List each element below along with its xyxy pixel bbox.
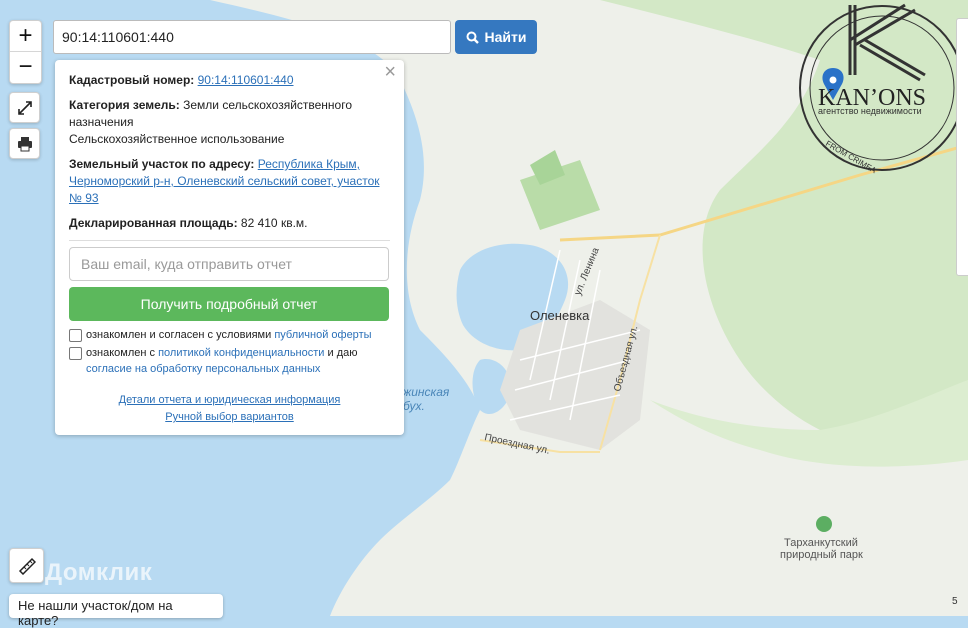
town-label: Оленевка <box>530 308 590 323</box>
ruler-button[interactable] <box>9 548 44 583</box>
zoom-control: + − <box>9 20 42 84</box>
print-button[interactable] <box>9 128 40 159</box>
printer-icon <box>17 136 32 151</box>
get-report-button[interactable]: Получить подробный отчет <box>69 287 389 321</box>
park-icon <box>816 516 832 532</box>
area-value: 82 410 кв.м. <box>240 216 308 230</box>
close-icon[interactable]: × <box>384 62 396 82</box>
privacy-consent: ознакомлен с политикой конфиденциальност… <box>69 345 390 377</box>
area-label: Декларированная площадь: <box>69 216 238 230</box>
panel-footer-links: Детали отчета и юридическая информация Р… <box>55 392 404 426</box>
expand-icon <box>17 100 32 115</box>
zoom-in-button[interactable]: + <box>10 21 41 51</box>
details-link[interactable]: Детали отчета и юридическая информация <box>55 392 404 409</box>
email-input[interactable]: Ваш email, куда отправить отчет <box>69 247 389 281</box>
cadastral-number-row: Кадастровый номер: 90:14:110601:440 <box>69 72 390 89</box>
parcel-info-panel: × Кадастровый номер: 90:14:110601:440 Ка… <box>55 60 404 435</box>
zoom-out-button[interactable]: − <box>10 51 41 82</box>
logo-tagline: агентство недвижимости <box>818 106 922 116</box>
privacy-consent-text-2: и даю <box>327 347 358 359</box>
ruler-icon <box>18 557 36 575</box>
privacy-checkbox[interactable] <box>69 347 82 360</box>
offer-consent: ознакомлен и согласен с условиями публич… <box>69 327 390 343</box>
land-category-row: Категория земель: Земли сельскохозяйстве… <box>69 97 390 148</box>
search-icon <box>466 31 479 44</box>
personal-data-link[interactable]: согласие на обработку персональных данны… <box>86 363 320 375</box>
find-button-label: Найти <box>484 29 527 45</box>
park-label: Тарханкутский <box>784 537 858 549</box>
bay-label-2: бух. <box>403 399 425 413</box>
not-found-button[interactable]: Не нашли участок/дом на карте? <box>9 594 223 628</box>
find-button[interactable]: Найти <box>455 20 537 54</box>
bay-label: жинская <box>402 385 450 399</box>
area-row: Декларированная площадь: 82 410 кв.м. <box>69 215 390 232</box>
address-label: Земельный участок по адресу: <box>69 157 255 171</box>
privacy-consent-text: ознакомлен с <box>86 347 156 359</box>
offer-consent-text: ознакомлен и согласен с условиями <box>86 329 272 341</box>
side-panel-edge[interactable] <box>956 18 968 276</box>
cadastral-search-input[interactable]: 90:14:110601:440 <box>53 20 451 54</box>
manual-choice-link[interactable]: Ручной выбор вариантов <box>55 409 404 426</box>
offer-link[interactable]: публичной оферты <box>274 329 371 341</box>
privacy-link[interactable]: политикой конфиденциальности <box>158 347 324 359</box>
offer-checkbox[interactable] <box>69 329 82 342</box>
cadastral-label: Кадастровый номер: <box>69 73 195 87</box>
scale-label: 5 <box>952 596 958 607</box>
park-label-2: природный парк <box>780 549 863 561</box>
land-category-label: Категория земель: <box>69 98 180 112</box>
cadastral-link[interactable]: 90:14:110601:440 <box>198 73 294 87</box>
address-row: Земельный участок по адресу: Республика … <box>69 156 390 207</box>
land-use-value: Сельскохозяйственное использование <box>69 132 285 146</box>
divider <box>69 240 390 241</box>
brand-watermark: Домклик <box>45 559 153 586</box>
fullscreen-button[interactable] <box>9 92 40 123</box>
